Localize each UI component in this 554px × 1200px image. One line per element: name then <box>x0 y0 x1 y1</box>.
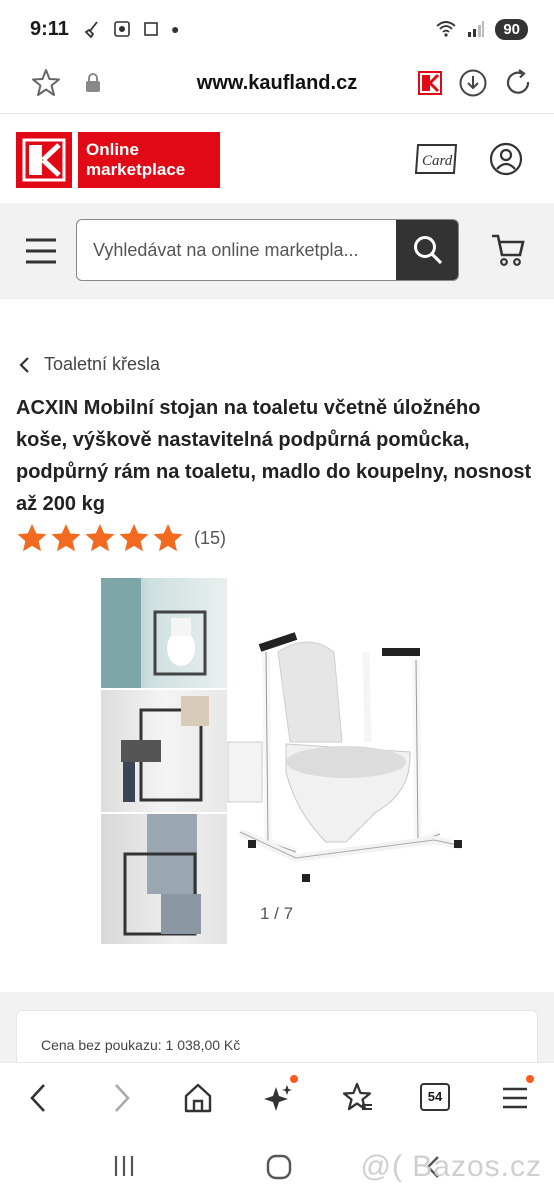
rating-count[interactable]: (15) <box>194 528 226 549</box>
kaufland-site-icon[interactable] <box>418 71 442 95</box>
home-icon[interactable] <box>182 1081 214 1115</box>
bookmarks-star-icon[interactable] <box>340 1081 374 1115</box>
wifi-icon <box>436 21 456 37</box>
toilet-frame-illustration <box>227 632 463 882</box>
star-icon <box>51 524 81 552</box>
kaufland-k-icon <box>22 138 66 182</box>
tabs-button[interactable]: 54 <box>420 1083 450 1111</box>
recent-apps-icon[interactable] <box>112 1154 136 1178</box>
sparkle-notification-dot <box>290 1075 298 1083</box>
battery-indicator: 90 <box>495 18 528 40</box>
price-section: Cena bez poukazu: 1 038,00 Kč <box>0 992 554 1080</box>
star-icon <box>17 524 47 552</box>
status-bar: 9:11 ● 90 <box>0 0 554 58</box>
cart-icon[interactable] <box>490 233 526 267</box>
window-icon <box>144 22 158 36</box>
android-nav-bar: @( Bazos.cz <box>0 1132 554 1200</box>
image-counter: 1 / 7 <box>260 904 294 923</box>
logo-line2: marketplace <box>86 160 186 179</box>
browser-url-bar: www.kaufland.cz <box>0 58 554 114</box>
breadcrumb[interactable]: Toaletní křesla <box>18 354 160 375</box>
online-marketplace-logo[interactable]: Online marketplace <box>78 132 220 188</box>
watermark: @( Bazos.cz <box>360 1150 542 1183</box>
thumbnail-bathroom[interactable] <box>101 578 227 688</box>
status-notification-icons: ● <box>83 20 179 38</box>
star-icon <box>153 524 183 552</box>
kaufland-logo[interactable] <box>16 132 72 188</box>
chevron-left-icon <box>19 356 29 373</box>
broom-icon <box>84 21 98 38</box>
logo-line1: Online <box>86 140 139 159</box>
search-bar-area <box>0 203 554 299</box>
thumbnail-person-sitting[interactable] <box>101 690 227 812</box>
card-label: Card <box>422 153 453 169</box>
forward-icon[interactable] <box>108 1081 134 1115</box>
star-icon <box>85 524 115 552</box>
star-icon <box>119 524 149 552</box>
thumbnail-person-standing[interactable] <box>101 814 227 944</box>
price-without-voucher: Cena bez poukazu: 1 038,00 Kč <box>41 1037 241 1053</box>
card-icon[interactable]: Card <box>414 141 460 182</box>
browser-bottom-toolbar: 54 <box>0 1062 554 1132</box>
home-circle-icon[interactable] <box>266 1154 292 1180</box>
menu-icon[interactable] <box>500 1081 530 1115</box>
main-product-image[interactable] <box>226 622 472 888</box>
sparkle-icon[interactable] <box>262 1081 294 1115</box>
image-thumbnails <box>101 578 227 946</box>
tabs-count: 54 <box>427 1089 443 1104</box>
search-icon <box>413 236 442 265</box>
signal-icon <box>468 21 485 37</box>
rating-stars <box>16 522 184 554</box>
product-rating[interactable]: (15) <box>16 522 226 554</box>
reload-icon[interactable] <box>504 68 534 98</box>
download-icon[interactable] <box>458 68 488 98</box>
breadcrumb-label[interactable]: Toaletní křesla <box>44 354 160 375</box>
status-time: 9:11 <box>30 17 69 40</box>
back-icon[interactable] <box>26 1081 52 1115</box>
menu-notification-dot <box>526 1075 534 1083</box>
screenshot-icon <box>114 21 130 37</box>
hamburger-menu-icon[interactable] <box>24 237 58 265</box>
search-input[interactable] <box>77 220 396 280</box>
search-button[interactable] <box>396 220 458 280</box>
dot-icon: ● <box>170 21 180 37</box>
search-box <box>76 219 459 281</box>
account-icon[interactable] <box>488 141 524 182</box>
site-header: Online marketplace Card <box>0 115 554 203</box>
product-title: ACXIN Mobilní stojan na toaletu včetně ú… <box>16 397 532 515</box>
